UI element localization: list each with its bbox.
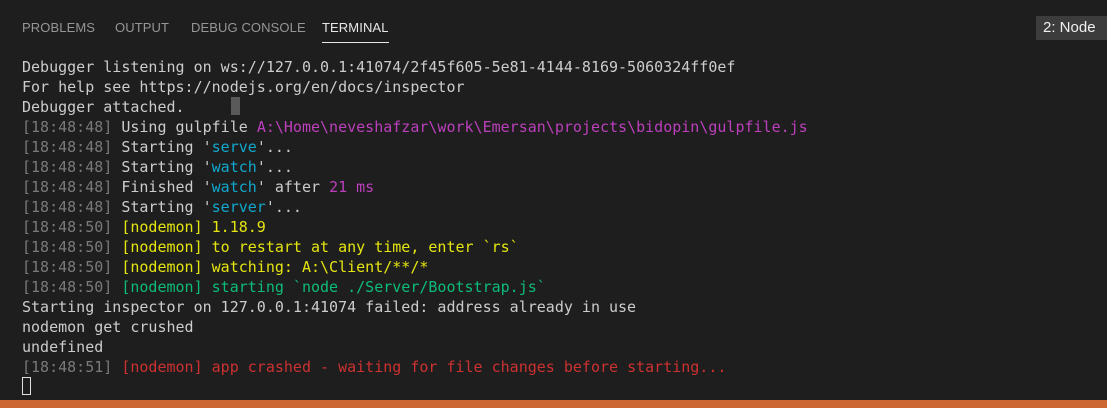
task-name: server	[211, 198, 266, 216]
task-name: watch	[211, 178, 257, 196]
terminal-line: nodemon get crushed	[22, 317, 1102, 337]
gulpfile-path: A:\Home\neveshafzar\work\Emersan\project…	[256, 118, 808, 136]
terminal-line: [18:48:50] [nodemon] to restart at any t…	[22, 237, 1102, 257]
terminal-line: undefined	[22, 337, 1102, 357]
terminal-line: For help see https://nodejs.org/en/docs/…	[22, 77, 1102, 97]
timestamp: [18:48:48]	[22, 158, 113, 176]
terminal-line: [18:48:50] [nodemon] 1.18.9	[22, 217, 1102, 237]
terminal-line: Debugger listening on ws://127.0.0.1:410…	[22, 57, 1102, 77]
task-name: serve	[211, 138, 257, 156]
terminal-line: [18:48:51] [nodemon] app crashed - waiti…	[22, 357, 1102, 377]
line-text: Using gulpfile	[112, 118, 257, 136]
timestamp: [18:48:50]	[22, 258, 113, 276]
terminal-line: Debugger attached.	[22, 97, 1102, 117]
line-text: For help see https://nodejs.org/en/docs/…	[22, 78, 465, 96]
timestamp: [18:48:48]	[22, 198, 113, 216]
line-text: Starting '	[112, 198, 212, 216]
line-text: ' after	[256, 178, 330, 196]
mouse-text-cursor	[230, 97, 240, 115]
line-text: nodemon get crushed	[22, 318, 194, 336]
terminal-line: [18:48:48] Using gulpfile A:\Home\nevesh…	[22, 117, 1102, 137]
timestamp: [18:48:48]	[22, 118, 113, 136]
terminal-select-dropdown[interactable]: 2: Node	[1036, 16, 1107, 40]
terminal-line: Starting inspector on 127.0.0.1:41074 fa…	[22, 297, 1102, 317]
line-text: Finished '	[112, 178, 212, 196]
line-text: Starting '	[112, 138, 212, 156]
line-text: Debugger attached.	[22, 98, 185, 116]
line-text: '...	[256, 138, 293, 156]
line-text: Starting inspector on 127.0.0.1:41074 fa…	[22, 298, 637, 316]
timestamp: [18:48:50]	[22, 218, 113, 236]
line-text: Debugger listening on ws://127.0.0.1:410…	[22, 58, 736, 76]
task-name: watch	[211, 158, 257, 176]
tab-problems[interactable]: PROBLEMS	[22, 19, 95, 37]
terminal-line: [18:48:48] Starting 'server'...	[22, 197, 1102, 217]
active-tab-indicator	[322, 42, 389, 43]
task-duration: 21 ms	[329, 178, 375, 196]
timestamp: [18:48:48]	[22, 138, 113, 156]
status-bar	[0, 400, 1107, 408]
terminal-line: [18:48:50] [nodemon] starting `node ./Se…	[22, 277, 1102, 297]
tab-output[interactable]: OUTPUT	[115, 19, 169, 37]
timestamp: [18:48:50]	[22, 238, 113, 256]
line-text: undefined	[22, 338, 104, 356]
nodemon-error: [nodemon] app crashed - waiting for file…	[112, 358, 727, 376]
timestamp: [18:48:50]	[22, 278, 113, 296]
terminal-output[interactable]: Debugger listening on ws://127.0.0.1:410…	[22, 57, 1102, 397]
nodemon-message: [nodemon] to restart at any time, enter …	[112, 238, 519, 256]
line-text: '...	[256, 158, 293, 176]
terminal-line: [18:48:48] Starting 'watch'...	[22, 157, 1102, 177]
timestamp: [18:48:51]	[22, 358, 113, 376]
tab-terminal[interactable]: TERMINAL	[322, 19, 389, 43]
line-text: Starting '	[112, 158, 212, 176]
tab-debug-console[interactable]: DEBUG CONSOLE	[191, 19, 306, 37]
terminal-line: [18:48:48] Finished 'watch' after 21 ms	[22, 177, 1102, 197]
terminal-line: [18:48:48] Starting 'serve'...	[22, 137, 1102, 157]
terminal-line: [18:48:50] [nodemon] watching: A:\Client…	[22, 257, 1102, 277]
nodemon-message: [nodemon] starting `node ./Server/Bootst…	[112, 278, 546, 296]
panel-tab-bar: PROBLEMS OUTPUT DEBUG CONSOLE TERMINAL 2…	[0, 0, 1107, 56]
nodemon-message: [nodemon] 1.18.9	[112, 218, 266, 236]
line-text: '...	[265, 198, 302, 216]
terminal-cursor	[22, 377, 31, 395]
terminal-prompt-line[interactable]	[22, 377, 1102, 397]
tab-terminal-label: TERMINAL	[322, 20, 389, 35]
nodemon-message: [nodemon] watching: A:\Client/**/*	[112, 258, 429, 276]
timestamp: [18:48:48]	[22, 178, 113, 196]
